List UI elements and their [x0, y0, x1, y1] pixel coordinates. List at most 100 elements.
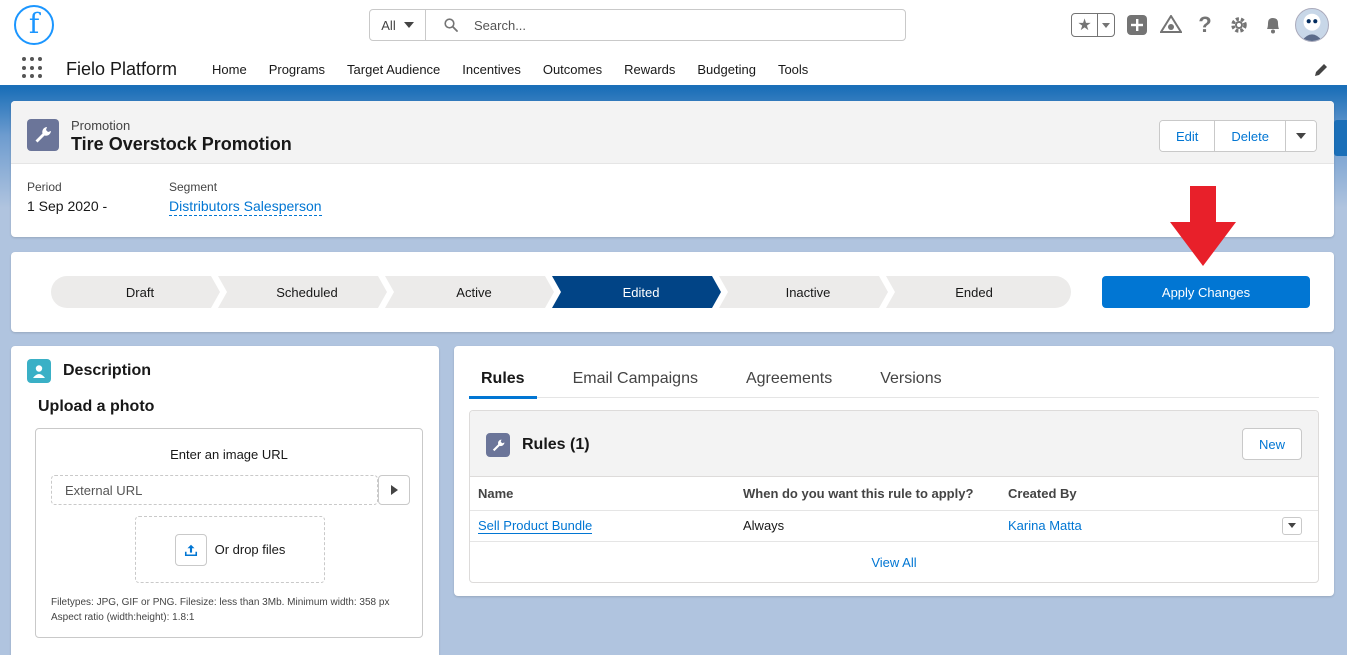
contact-icon [27, 359, 51, 383]
nav-item-tools[interactable]: Tools [778, 62, 808, 77]
search-input-area [426, 10, 905, 40]
segment-value: Distributors Salesperson [169, 198, 322, 216]
rule-created-by-cell: Karina Matta [1000, 510, 1274, 542]
record-title: Tire Overstock Promotion [71, 134, 292, 154]
user-avatar[interactable] [1295, 8, 1329, 42]
apply-changes-button[interactable]: Apply Changes [1102, 276, 1310, 308]
row-actions-cell [1274, 510, 1318, 542]
search-input[interactable] [474, 17, 854, 33]
tab-bar: Rules Email Campaigns Agreements Version… [469, 360, 1319, 399]
tab-email-campaigns[interactable]: Email Campaigns [573, 360, 698, 398]
path-label-draft: Draft [126, 285, 155, 300]
chevron-down-icon [403, 22, 414, 28]
new-rule-button[interactable]: New [1242, 428, 1302, 460]
chevron-down-icon [1288, 523, 1296, 528]
period-field: Period 1 Sep 2020 - [27, 180, 107, 214]
nav-item-budgeting[interactable]: Budgeting [697, 62, 756, 77]
record-header: Promotion Tire Overstock Promotion Edit … [11, 101, 1334, 237]
global-search: All [369, 9, 906, 41]
filetype-note-line2: Aspect ratio (width:height): 1.8:1 [51, 612, 195, 623]
red-arrow-annotation [1170, 186, 1236, 266]
upload-photo-title: Upload a photo [38, 398, 155, 415]
chevron-down-icon [1296, 133, 1306, 139]
path-card: Draft Scheduled Active Edited Inactive E… [11, 252, 1334, 332]
photo-upload-box: Enter an image URL External URL Or drop … [35, 428, 423, 638]
rules-related-list: Rules (1) New Name When do you want this… [469, 410, 1319, 583]
question-icon[interactable]: ? [1193, 12, 1217, 37]
nav-item-outcomes[interactable]: Outcomes [543, 62, 602, 77]
table-row: Sell Product Bundle Always Karina Matta [470, 510, 1318, 542]
rules-table: Name When do you want this rule to apply… [470, 477, 1318, 542]
file-drop-zone[interactable]: Or drop files [135, 516, 325, 583]
highlights-panel: Period 1 Sep 2020 - Segment Distributors… [11, 164, 1334, 237]
rules-title: Rules (1) [522, 436, 590, 453]
description-card: Description Upload a photo Enter an imag… [11, 346, 439, 655]
delete-button[interactable]: Delete [1215, 121, 1286, 151]
path-label-edited: Edited [623, 285, 660, 300]
nav-item-programs[interactable]: Programs [269, 62, 325, 77]
star-icon[interactable]: ★ [1072, 14, 1098, 36]
record-actions: Edit Delete [1159, 120, 1317, 152]
fielo-logo[interactable]: f [14, 5, 54, 45]
image-url-label: Enter an image URL [170, 447, 288, 462]
tab-versions[interactable]: Versions [880, 360, 941, 398]
tab-rules[interactable]: Rules [469, 360, 537, 399]
bell-icon[interactable] [1261, 13, 1285, 37]
wrench-icon [27, 119, 59, 151]
upload-icon[interactable] [174, 533, 207, 566]
search-icon [444, 18, 458, 32]
favorites-menu-button[interactable] [1098, 22, 1114, 28]
path-label-ended: Ended [955, 285, 993, 300]
column-header-when: When do you want this rule to apply? [735, 477, 1000, 511]
nav-items: Home Programs Target Audience Incentives… [212, 62, 830, 77]
filetype-note-line1: Filetypes: JPG, GIF or PNG. Filesize: le… [51, 597, 390, 608]
column-header-name: Name [470, 477, 735, 511]
app-name: Fielo Platform [66, 59, 178, 79]
favorites-button-group: ★ [1071, 13, 1115, 37]
related-tabs-card: Rules Email Campaigns Agreements Version… [454, 346, 1334, 596]
column-header-created-by: Created By [1000, 477, 1274, 511]
filetype-note: Filetypes: JPG, GIF or PNG. Filesize: le… [51, 595, 411, 625]
navigation-bar: Fielo Platform Home Programs Target Audi… [0, 50, 1347, 88]
path-chevrons: Draft Scheduled Active Edited Inactive E… [51, 276, 1071, 308]
logo-letter: f [28, 6, 40, 40]
view-all-link[interactable]: View All [470, 542, 1318, 583]
row-actions-button[interactable] [1282, 516, 1302, 535]
period-label: Period [27, 180, 62, 194]
path-label-inactive: Inactive [786, 285, 831, 300]
pencil-icon[interactable] [1313, 62, 1329, 78]
trailhead-icon[interactable] [1159, 13, 1183, 37]
wrench-icon [486, 433, 510, 457]
nav-item-rewards[interactable]: Rewards [624, 62, 675, 77]
record-object-label: Promotion [71, 118, 131, 133]
rule-when-cell: Always [735, 510, 1000, 542]
gear-icon[interactable] [1227, 13, 1251, 37]
chevron-down-icon [1102, 22, 1110, 28]
global-header: f All ★ ? [0, 0, 1347, 50]
period-value: 1 Sep 2020 - [27, 198, 108, 214]
table-header-row: Name When do you want this rule to apply… [470, 477, 1318, 511]
side-panel-handle[interactable] [1334, 120, 1347, 156]
drop-files-label: Or drop files [214, 542, 286, 557]
description-title: Description [63, 362, 152, 379]
segment-link[interactable]: Distributors Salesperson [169, 198, 322, 216]
rule-name-cell: Sell Product Bundle [470, 510, 735, 542]
rule-name-link[interactable]: Sell Product Bundle [478, 518, 593, 534]
nav-item-home[interactable]: Home [212, 62, 247, 77]
search-scope-label: All [381, 17, 396, 33]
nav-item-incentives[interactable]: Incentives [462, 62, 521, 77]
created-by-link[interactable]: Karina Matta [1008, 518, 1082, 533]
url-submit-button[interactable] [378, 475, 410, 505]
rules-header: Rules (1) New [470, 411, 1318, 477]
app-launcher-icon[interactable] [22, 57, 44, 79]
segment-label: Segment [169, 180, 218, 194]
header-actions: ★ ? [1071, 8, 1329, 42]
more-actions-button[interactable] [1286, 121, 1316, 151]
plus-icon[interactable] [1125, 13, 1149, 37]
external-url-input[interactable]: External URL [51, 475, 378, 505]
tab-agreements[interactable]: Agreements [746, 360, 832, 398]
search-scope-dropdown[interactable]: All [370, 10, 426, 40]
nav-item-target-audience[interactable]: Target Audience [347, 62, 440, 77]
edit-button[interactable]: Edit [1160, 121, 1216, 151]
path-label-active: Active [456, 285, 491, 300]
